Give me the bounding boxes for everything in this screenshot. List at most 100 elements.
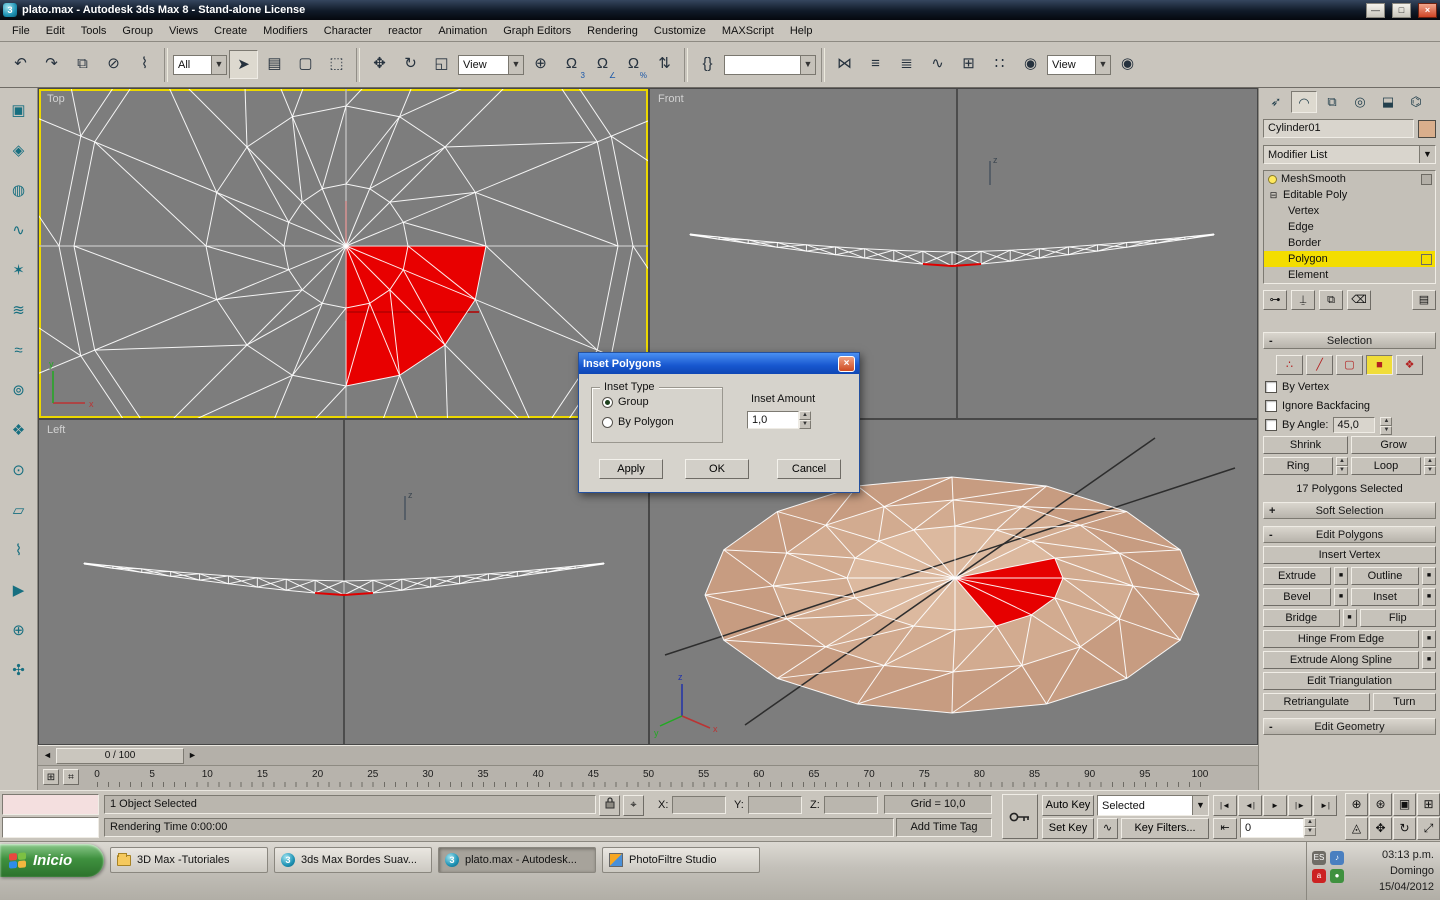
hierarchy-tab-icon[interactable]: ⧉	[1319, 91, 1345, 113]
by-angle-field[interactable]: 45,0	[1333, 416, 1376, 433]
time-back-arrow[interactable]: ◄	[41, 748, 54, 764]
shrink-button[interactable]: Shrink	[1263, 436, 1348, 454]
tray-language-icon[interactable]: ES	[1312, 851, 1326, 865]
key-mode-toggle-icon[interactable]: ⇤	[1213, 818, 1237, 839]
title-bar[interactable]: 3 plato.max - Autodesk 3ds Max 8 - Stand…	[0, 0, 1440, 20]
select-and-link-icon[interactable]: ⧉	[68, 50, 97, 79]
cancel-button[interactable]: Cancel	[777, 459, 841, 479]
object-name-field[interactable]: Cylinder01	[1263, 119, 1414, 138]
bevel-button[interactable]: Bevel	[1263, 588, 1331, 606]
task-button-4[interactable]: PhotoFiltre Studio	[602, 847, 760, 873]
angle-snap-toggle-icon[interactable]: Ω ∠	[588, 50, 617, 80]
stack-item-polygon[interactable]: Polygon	[1264, 251, 1435, 267]
inset-amount-spinner[interactable]: ▲ ▼	[799, 411, 811, 429]
hinge-from-edge-settings-icon[interactable]: ■	[1422, 630, 1436, 648]
menu-item-tools[interactable]: Tools	[73, 22, 115, 40]
bridge-settings-icon[interactable]: ■	[1342, 609, 1357, 627]
maximize-button[interactable]: □	[1392, 2, 1411, 18]
reference-coordinate-combo[interactable]: View ▼	[458, 54, 524, 75]
rollout-edit-polygons[interactable]: - Edit Polygons	[1263, 526, 1436, 543]
menu-item-file[interactable]: File	[4, 22, 38, 40]
undo-icon[interactable]: ↶	[6, 50, 35, 79]
zoom-extents-all-icon[interactable]: ⊞	[1417, 793, 1440, 816]
select-object-icon[interactable]: ➤	[229, 50, 258, 79]
group-radio[interactable]	[602, 396, 613, 408]
start-button[interactable]: Inicio	[0, 844, 104, 877]
task-button-3[interactable]: 3 plato.max - Autodesk...	[438, 847, 596, 873]
element-subobject-icon[interactable]: ❖	[1396, 355, 1423, 375]
reactor-analyze-icon[interactable]: ⊕	[6, 618, 32, 644]
y-coordinate-field[interactable]	[748, 796, 802, 814]
track-bar[interactable]: ◄ 0 / 100 ►	[38, 745, 1258, 765]
display-tab-icon[interactable]: ⬓	[1375, 91, 1401, 113]
menu-item-animation[interactable]: Animation	[430, 22, 495, 40]
bind-to-space-warp-icon[interactable]: ⌇	[130, 50, 159, 79]
stack-item-edge[interactable]: Edge	[1264, 219, 1435, 235]
stack-item-vertex[interactable]: Vertex	[1264, 203, 1435, 219]
configure-modifier-sets-icon[interactable]: ▤	[1412, 290, 1436, 310]
task-button-2[interactable]: 3 3ds Max Bordes Suav...	[274, 847, 432, 873]
by-vertex-checkbox[interactable]	[1265, 380, 1277, 393]
stack-toggle-box[interactable]	[1421, 173, 1432, 185]
reactor-water-icon[interactable]: ≋	[6, 298, 32, 324]
motion-tab-icon[interactable]: ◎	[1347, 91, 1373, 113]
snap-toggle-icon[interactable]: Ω3	[557, 50, 586, 80]
menu-item-reactor[interactable]: reactor	[380, 22, 430, 40]
tray-update-icon[interactable]: ●	[1330, 869, 1344, 883]
polygon-subobject-icon[interactable]: ■	[1366, 355, 1393, 375]
field-of-view-icon[interactable]: ◬	[1345, 817, 1368, 840]
select-and-scale-icon[interactable]: ◱	[427, 50, 456, 79]
turn-button[interactable]: Turn	[1372, 693, 1436, 711]
quick-render-icon[interactable]: ◉	[1113, 50, 1142, 79]
menu-item-edit[interactable]: Edit	[38, 22, 73, 40]
spinner-snap-toggle-icon[interactable]: ⇅	[650, 50, 679, 79]
zoom-extents-icon[interactable]: ▣	[1393, 793, 1416, 816]
use-pivot-point-center-icon[interactable]: ⊕	[526, 50, 555, 79]
selection-set-combo[interactable]: Selected ▼	[1097, 795, 1209, 816]
reactor-preview-icon[interactable]: ▶	[6, 578, 32, 604]
current-time-field[interactable]: 0	[1240, 818, 1304, 838]
edge-subobject-icon[interactable]: ╱	[1306, 355, 1333, 375]
bevel-settings-icon[interactable]: ■	[1334, 588, 1348, 606]
reactor-deforming-mesh-icon[interactable]: ✶	[6, 258, 32, 284]
next-frame-icon[interactable]: |►	[1288, 795, 1312, 816]
percent-snap-toggle-icon[interactable]: Ω%	[619, 50, 648, 80]
stack-item-meshsmooth[interactable]: MeshSmooth	[1264, 171, 1435, 187]
maxscript-mini-input[interactable]	[2, 817, 99, 838]
reactor-rope-icon[interactable]: ∿	[6, 218, 32, 244]
make-unique-icon[interactable]: ⧉	[1319, 290, 1343, 310]
named-selection-sets-combo[interactable]: ▼	[724, 54, 816, 75]
menu-item-customize[interactable]: Customize	[646, 22, 714, 40]
apply-button[interactable]: Apply	[599, 459, 663, 479]
rollout-soft-selection[interactable]: + Soft Selection	[1263, 502, 1436, 519]
extrude-along-spline-settings-icon[interactable]: ■	[1422, 651, 1436, 669]
loop-button[interactable]: Loop	[1351, 457, 1421, 475]
object-color-swatch[interactable]	[1418, 119, 1436, 138]
border-subobject-icon[interactable]: ▢	[1336, 355, 1363, 375]
stack-item-border[interactable]: Border	[1264, 235, 1435, 251]
menu-item-rendering[interactable]: Rendering	[579, 22, 646, 40]
tray-volume-icon[interactable]: ♪	[1330, 851, 1344, 865]
chevron-down-icon[interactable]: ▼	[1192, 796, 1208, 815]
reactor-toy-car-icon[interactable]: ⊚	[6, 378, 32, 404]
key-filters-button[interactable]: Key Filters...	[1121, 818, 1209, 839]
reactor-plane-icon[interactable]: ▱	[6, 498, 32, 524]
open-curve-editor-icon[interactable]: ∿	[923, 50, 952, 79]
menu-item-help[interactable]: Help	[782, 22, 821, 40]
flip-button[interactable]: Flip	[1359, 609, 1436, 627]
vertex-subobject-icon[interactable]: ∴	[1276, 355, 1303, 375]
unlink-selection-icon[interactable]: ⊘	[99, 50, 128, 79]
close-button[interactable]: ×	[1418, 2, 1437, 18]
time-forward-arrow[interactable]: ►	[186, 748, 199, 764]
grow-button[interactable]: Grow	[1351, 436, 1436, 454]
select-and-rotate-icon[interactable]: ↻	[396, 50, 425, 79]
select-and-move-icon[interactable]: ✥	[365, 50, 394, 79]
inset-type-by-polygon-option[interactable]: By Polygon	[602, 416, 722, 428]
current-time-spinner[interactable]: ▲ ▼	[1304, 818, 1316, 836]
by-angle-checkbox[interactable]	[1265, 418, 1277, 431]
go-to-end-icon[interactable]: ►|	[1313, 795, 1337, 816]
inset-amount-field[interactable]: 1,0	[747, 411, 799, 429]
inset-settings-icon[interactable]: ■	[1422, 588, 1436, 606]
reactor-utilities-icon[interactable]: ✣	[6, 658, 32, 684]
window-crossing-toggle-icon[interactable]: ⬚	[322, 50, 351, 79]
